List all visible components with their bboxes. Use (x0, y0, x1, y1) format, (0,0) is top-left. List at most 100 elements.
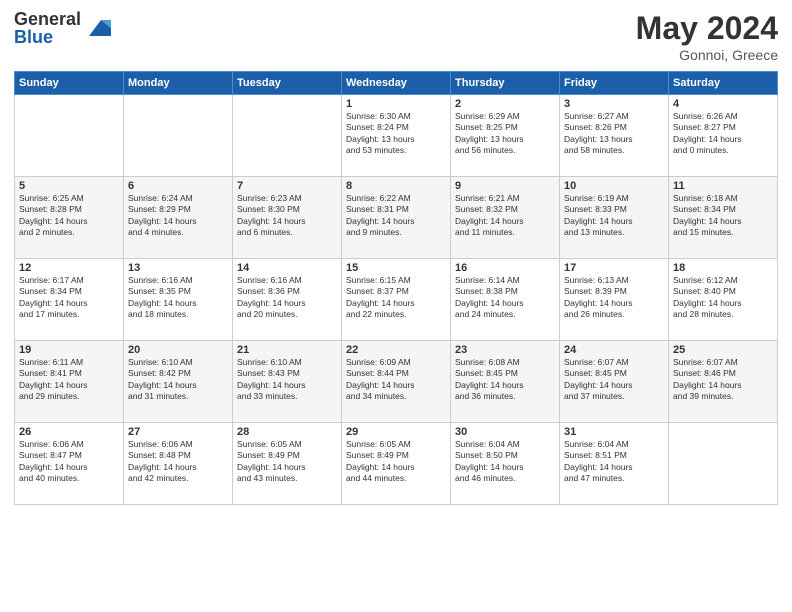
calendar-cell: 19Sunrise: 6:11 AM Sunset: 8:41 PM Dayli… (15, 341, 124, 423)
calendar-cell: 12Sunrise: 6:17 AM Sunset: 8:34 PM Dayli… (15, 259, 124, 341)
day-number: 5 (19, 180, 119, 192)
day-number: 24 (564, 344, 664, 356)
day-info: Sunrise: 6:04 AM Sunset: 8:51 PM Dayligh… (564, 439, 664, 485)
day-number: 25 (673, 344, 773, 356)
day-number: 27 (128, 426, 228, 438)
day-info: Sunrise: 6:12 AM Sunset: 8:40 PM Dayligh… (673, 275, 773, 321)
day-info: Sunrise: 6:29 AM Sunset: 8:25 PM Dayligh… (455, 111, 555, 157)
calendar-cell (15, 95, 124, 177)
day-info: Sunrise: 6:13 AM Sunset: 8:39 PM Dayligh… (564, 275, 664, 321)
day-number: 28 (237, 426, 337, 438)
day-number: 15 (346, 262, 446, 274)
calendar-cell: 11Sunrise: 6:18 AM Sunset: 8:34 PM Dayli… (669, 177, 778, 259)
day-info: Sunrise: 6:23 AM Sunset: 8:30 PM Dayligh… (237, 193, 337, 239)
col-tuesday: Tuesday (233, 72, 342, 95)
calendar-week-3: 19Sunrise: 6:11 AM Sunset: 8:41 PM Dayli… (15, 341, 778, 423)
calendar-cell: 13Sunrise: 6:16 AM Sunset: 8:35 PM Dayli… (124, 259, 233, 341)
calendar-cell: 31Sunrise: 6:04 AM Sunset: 8:51 PM Dayli… (560, 423, 669, 505)
day-info: Sunrise: 6:08 AM Sunset: 8:45 PM Dayligh… (455, 357, 555, 403)
calendar-week-4: 26Sunrise: 6:06 AM Sunset: 8:47 PM Dayli… (15, 423, 778, 505)
day-number: 18 (673, 262, 773, 274)
col-thursday: Thursday (451, 72, 560, 95)
col-sunday: Sunday (15, 72, 124, 95)
day-number: 13 (128, 262, 228, 274)
day-number: 10 (564, 180, 664, 192)
day-number: 29 (346, 426, 446, 438)
day-number: 7 (237, 180, 337, 192)
day-number: 14 (237, 262, 337, 274)
day-info: Sunrise: 6:26 AM Sunset: 8:27 PM Dayligh… (673, 111, 773, 157)
day-number: 26 (19, 426, 119, 438)
calendar-cell: 21Sunrise: 6:10 AM Sunset: 8:43 PM Dayli… (233, 341, 342, 423)
calendar-cell: 20Sunrise: 6:10 AM Sunset: 8:42 PM Dayli… (124, 341, 233, 423)
month-title: May 2024 (636, 10, 778, 47)
day-number: 6 (128, 180, 228, 192)
day-number: 30 (455, 426, 555, 438)
calendar-cell (233, 95, 342, 177)
day-number: 1 (346, 98, 446, 110)
day-info: Sunrise: 6:11 AM Sunset: 8:41 PM Dayligh… (19, 357, 119, 403)
col-friday: Friday (560, 72, 669, 95)
header: General Blue May 2024 Gonnoi, Greece (14, 10, 778, 63)
calendar-cell: 27Sunrise: 6:06 AM Sunset: 8:48 PM Dayli… (124, 423, 233, 505)
calendar-header: Sunday Monday Tuesday Wednesday Thursday… (15, 72, 778, 95)
calendar-cell: 25Sunrise: 6:07 AM Sunset: 8:46 PM Dayli… (669, 341, 778, 423)
day-number: 12 (19, 262, 119, 274)
calendar-cell: 5Sunrise: 6:25 AM Sunset: 8:28 PM Daylig… (15, 177, 124, 259)
day-info: Sunrise: 6:21 AM Sunset: 8:32 PM Dayligh… (455, 193, 555, 239)
day-info: Sunrise: 6:16 AM Sunset: 8:35 PM Dayligh… (128, 275, 228, 321)
calendar-cell (124, 95, 233, 177)
day-info: Sunrise: 6:30 AM Sunset: 8:24 PM Dayligh… (346, 111, 446, 157)
day-info: Sunrise: 6:16 AM Sunset: 8:36 PM Dayligh… (237, 275, 337, 321)
header-row: Sunday Monday Tuesday Wednesday Thursday… (15, 72, 778, 95)
day-info: Sunrise: 6:19 AM Sunset: 8:33 PM Dayligh… (564, 193, 664, 239)
calendar-cell: 29Sunrise: 6:05 AM Sunset: 8:49 PM Dayli… (342, 423, 451, 505)
calendar-cell: 4Sunrise: 6:26 AM Sunset: 8:27 PM Daylig… (669, 95, 778, 177)
day-info: Sunrise: 6:22 AM Sunset: 8:31 PM Dayligh… (346, 193, 446, 239)
day-info: Sunrise: 6:06 AM Sunset: 8:47 PM Dayligh… (19, 439, 119, 485)
day-info: Sunrise: 6:06 AM Sunset: 8:48 PM Dayligh… (128, 439, 228, 485)
day-number: 2 (455, 98, 555, 110)
day-info: Sunrise: 6:04 AM Sunset: 8:50 PM Dayligh… (455, 439, 555, 485)
logo-blue: Blue (14, 28, 81, 46)
page: General Blue May 2024 Gonnoi, Greece Sun… (0, 0, 792, 612)
day-number: 3 (564, 98, 664, 110)
day-info: Sunrise: 6:07 AM Sunset: 8:45 PM Dayligh… (564, 357, 664, 403)
day-number: 4 (673, 98, 773, 110)
day-info: Sunrise: 6:05 AM Sunset: 8:49 PM Dayligh… (346, 439, 446, 485)
day-info: Sunrise: 6:18 AM Sunset: 8:34 PM Dayligh… (673, 193, 773, 239)
calendar-cell: 6Sunrise: 6:24 AM Sunset: 8:29 PM Daylig… (124, 177, 233, 259)
calendar-cell: 24Sunrise: 6:07 AM Sunset: 8:45 PM Dayli… (560, 341, 669, 423)
calendar-week-0: 1Sunrise: 6:30 AM Sunset: 8:24 PM Daylig… (15, 95, 778, 177)
calendar-cell: 8Sunrise: 6:22 AM Sunset: 8:31 PM Daylig… (342, 177, 451, 259)
calendar-cell: 3Sunrise: 6:27 AM Sunset: 8:26 PM Daylig… (560, 95, 669, 177)
calendar-cell (669, 423, 778, 505)
calendar-cell: 14Sunrise: 6:16 AM Sunset: 8:36 PM Dayli… (233, 259, 342, 341)
day-number: 17 (564, 262, 664, 274)
calendar-cell: 30Sunrise: 6:04 AM Sunset: 8:50 PM Dayli… (451, 423, 560, 505)
calendar-cell: 18Sunrise: 6:12 AM Sunset: 8:40 PM Dayli… (669, 259, 778, 341)
day-number: 23 (455, 344, 555, 356)
day-number: 20 (128, 344, 228, 356)
day-info: Sunrise: 6:24 AM Sunset: 8:29 PM Dayligh… (128, 193, 228, 239)
day-info: Sunrise: 6:25 AM Sunset: 8:28 PM Dayligh… (19, 193, 119, 239)
calendar-cell: 16Sunrise: 6:14 AM Sunset: 8:38 PM Dayli… (451, 259, 560, 341)
calendar-cell: 26Sunrise: 6:06 AM Sunset: 8:47 PM Dayli… (15, 423, 124, 505)
logo-text: General Blue (14, 10, 81, 46)
day-info: Sunrise: 6:27 AM Sunset: 8:26 PM Dayligh… (564, 111, 664, 157)
logo-general: General (14, 10, 81, 28)
calendar-cell: 2Sunrise: 6:29 AM Sunset: 8:25 PM Daylig… (451, 95, 560, 177)
col-monday: Monday (124, 72, 233, 95)
day-number: 31 (564, 426, 664, 438)
day-info: Sunrise: 6:10 AM Sunset: 8:42 PM Dayligh… (128, 357, 228, 403)
day-info: Sunrise: 6:15 AM Sunset: 8:37 PM Dayligh… (346, 275, 446, 321)
day-info: Sunrise: 6:05 AM Sunset: 8:49 PM Dayligh… (237, 439, 337, 485)
calendar: Sunday Monday Tuesday Wednesday Thursday… (14, 71, 778, 505)
calendar-week-2: 12Sunrise: 6:17 AM Sunset: 8:34 PM Dayli… (15, 259, 778, 341)
col-wednesday: Wednesday (342, 72, 451, 95)
day-number: 11 (673, 180, 773, 192)
calendar-cell: 7Sunrise: 6:23 AM Sunset: 8:30 PM Daylig… (233, 177, 342, 259)
logo-icon (83, 14, 111, 42)
day-info: Sunrise: 6:17 AM Sunset: 8:34 PM Dayligh… (19, 275, 119, 321)
day-info: Sunrise: 6:14 AM Sunset: 8:38 PM Dayligh… (455, 275, 555, 321)
